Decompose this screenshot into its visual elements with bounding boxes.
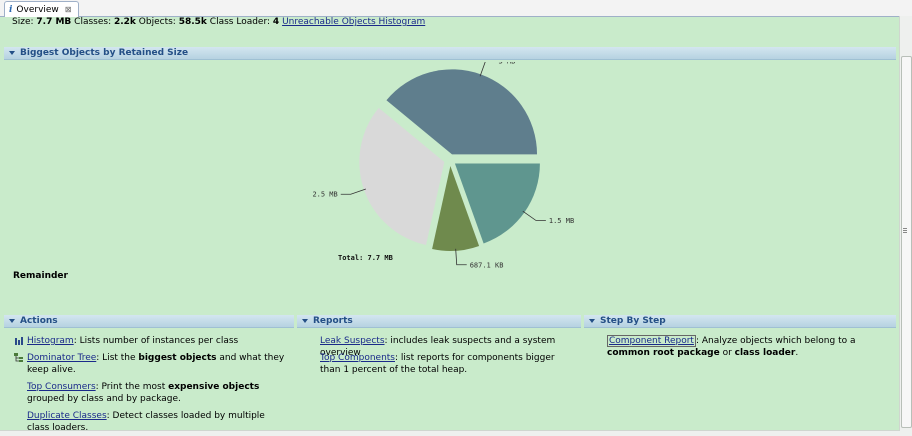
top-consumers-link[interactable]: Top Consumers	[27, 382, 96, 392]
info-icon: i	[9, 4, 13, 15]
objects-value: 58.5k	[178, 17, 207, 27]
collapse-triangle-icon[interactable]	[302, 319, 308, 323]
component-report-desc-pre: : Analyze objects which belong to a	[695, 336, 856, 346]
top-consumers-desc-pre: : Print the most	[95, 382, 169, 392]
slice-label: 1.5 MB	[549, 217, 574, 225]
report-top-components: Top Components: list reports for compone…	[320, 352, 576, 376]
step-component-report: Component Report: Analyze objects which …	[607, 335, 891, 359]
histogram-desc: : Lists number of instances per class	[73, 336, 239, 346]
slice-label: 3 MB	[498, 62, 515, 66]
leak-suspects-link[interactable]: Leak Suspects	[320, 336, 385, 346]
slice-label: 687.1 KB	[470, 261, 504, 269]
dominator-tree-desc-pre: : List the	[96, 353, 139, 363]
vertical-scrollbar[interactable]	[899, 16, 912, 436]
close-icon[interactable]: ⊠	[65, 5, 72, 14]
component-report-link[interactable]: Component Report	[607, 335, 696, 347]
objects-label: Objects:	[138, 17, 176, 27]
scrollbar-grip-icon	[903, 228, 907, 229]
slice-leader-line	[522, 210, 546, 221]
section-header-reports[interactable]: Reports	[297, 315, 581, 328]
duplicate-classes-link[interactable]: Duplicate Classes	[27, 411, 107, 421]
section-header-biggest-objects[interactable]: Biggest Objects by Retained Size	[4, 47, 896, 60]
slice-leader-line	[455, 248, 467, 266]
component-report-desc-post: .	[795, 348, 799, 358]
dominator-tree-link[interactable]: Dominator Tree	[27, 353, 96, 363]
action-histogram: Histogram: Lists number of instances per…	[15, 335, 287, 347]
unreachable-histogram-link[interactable]: Unreachable Objects Histogram	[282, 17, 425, 27]
section-title-biggest-objects: Biggest Objects by Retained Size	[20, 48, 189, 58]
collapse-triangle-icon[interactable]	[9, 319, 15, 323]
action-top-consumers: Top Consumers: Print the most expensive …	[27, 381, 289, 405]
heap-summary: Size: 7.7 MB Classes: 2.2k Objects: 58.5…	[12, 17, 425, 27]
horizontal-scrollbar[interactable]	[0, 430, 900, 436]
component-report-desc-mid: or	[719, 348, 735, 358]
class-loader-label: Class Loader:	[209, 17, 271, 27]
tab-overview-label: Overview	[16, 4, 59, 15]
editor-tab-bar: i Overview ⊠	[0, 0, 912, 17]
retained-size-pie-chart: 3 MB 2.5 MB 687.1 KB 1.5 MB Total: 7.7 MB	[300, 62, 600, 272]
scrollbar-thumb[interactable]	[901, 56, 912, 428]
size-label: Size:	[12, 17, 34, 27]
pie-chart-svg: 3 MB 2.5 MB 687.1 KB 1.5 MB Total: 7.7 MB	[312, 62, 574, 269]
slice-label: 2.5 MB	[312, 191, 337, 199]
dominator-tree-desc-bold: biggest objects	[138, 353, 217, 363]
dominator-tree-icon	[14, 353, 23, 362]
tab-overview[interactable]: i Overview ⊠	[4, 1, 79, 17]
classes-value: 2.2k	[113, 17, 136, 27]
section-header-actions[interactable]: Actions	[4, 315, 294, 328]
remainder-label: Remainder	[13, 271, 68, 281]
section-title-actions: Actions	[20, 316, 58, 326]
collapse-triangle-icon[interactable]	[589, 319, 595, 323]
histogram-link[interactable]: Histogram	[27, 336, 74, 346]
section-header-step-by-step[interactable]: Step By Step	[584, 315, 896, 328]
size-value: 7.7 MB	[36, 17, 72, 27]
component-report-bold-root: common root package	[607, 348, 720, 358]
top-consumers-desc-post: grouped by class and by package.	[27, 394, 181, 404]
collapse-triangle-icon[interactable]	[9, 51, 15, 55]
component-report-bold-loader: class loader	[734, 348, 796, 358]
section-title-reports: Reports	[313, 316, 353, 326]
class-loader-value: 4	[272, 17, 280, 27]
top-components-link[interactable]: Top Components	[320, 353, 395, 363]
classes-label: Classes:	[74, 17, 112, 27]
top-consumers-desc-bold: expensive objects	[168, 382, 260, 392]
histogram-icon	[15, 337, 23, 345]
slice-leader-line	[479, 62, 486, 77]
action-dominator-tree: Dominator Tree: List the biggest objects…	[14, 352, 287, 376]
pie-total-label: Total: 7.7 MB	[338, 254, 393, 262]
slice-leader-line	[340, 188, 366, 195]
section-title-step-by-step: Step By Step	[600, 316, 666, 326]
